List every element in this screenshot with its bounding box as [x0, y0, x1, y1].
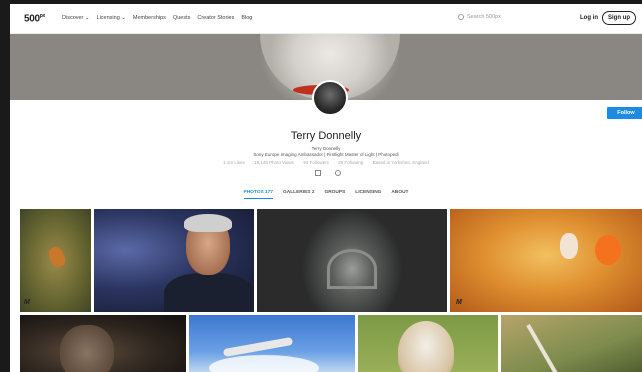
menu-item-memberships[interactable]: Memberships [133, 15, 166, 21]
photo-subject [398, 321, 454, 372]
search-icon [458, 14, 464, 20]
profile-name: Terry Donnelly [290, 130, 362, 142]
tab-galleries[interactable]: GALLERIES 2 [283, 190, 314, 199]
photo-subject [60, 325, 114, 372]
stat-following[interactable]: 29 Following [338, 160, 363, 165]
photo-tile[interactable]: M [20, 209, 91, 312]
menu-item-creator-stories[interactable]: Creator Stories [197, 15, 234, 21]
stat-views: 18,148 Photo Views [254, 160, 295, 165]
menu-item-blog[interactable]: Blog [241, 15, 252, 21]
photo-subject-plane [222, 336, 294, 358]
tab-photos[interactable]: PHOTOS 177 [243, 190, 274, 199]
photo-tile[interactable] [20, 315, 186, 372]
facebook-icon[interactable] [315, 170, 321, 176]
profile-stats: 1.1m Likes 18,148 Photo Views 94 Followe… [10, 160, 642, 165]
search-placeholder: Search 500px [467, 14, 501, 20]
menu-item-licensing[interactable]: Licensing ⌄ [97, 15, 126, 21]
profile-bio: Sony Europe Imaging Ambassador | Firstli… [253, 152, 399, 157]
photo-tile[interactable] [94, 209, 254, 312]
photo-subject-hair [184, 214, 232, 232]
stat-followers[interactable]: 94 Followers [303, 160, 329, 165]
follow-button[interactable]: Follow [607, 107, 642, 119]
menu-item-quests[interactable]: Quests [173, 15, 190, 21]
photo-signature: M [456, 299, 462, 306]
photo-subject-balloon [595, 235, 621, 265]
tab-groups[interactable]: GROUPS [324, 190, 345, 199]
photo-tile[interactable] [257, 209, 447, 312]
photo-subject [46, 244, 68, 270]
avatar[interactable] [312, 80, 348, 116]
photo-signature: M [24, 299, 30, 306]
photo-tile[interactable] [189, 315, 355, 372]
search-box[interactable]: Search 500px [458, 14, 501, 20]
site-logo[interactable]: 500px [24, 13, 45, 24]
photo-tile[interactable]: M [450, 209, 642, 312]
stat-likes: 1.1m Likes [223, 160, 245, 165]
main-menu: Discover ⌄ Licensing ⌄ Memberships Quest… [62, 15, 252, 21]
website-icon[interactable] [335, 170, 341, 176]
photo-subject-cloud [209, 355, 319, 372]
profile-bio-name: Terry Donnelly [311, 146, 341, 151]
photo-subject-face [560, 233, 578, 259]
photo-subject-body [164, 273, 254, 312]
photo-tile[interactable] [501, 315, 642, 372]
menu-item-discover[interactable]: Discover ⌄ [62, 15, 90, 21]
page-frame: 500px Discover ⌄ Licensing ⌄ Memberships… [10, 4, 642, 372]
tab-licensing[interactable]: LICENSING [355, 190, 381, 199]
tab-about[interactable]: ABOUT [391, 190, 408, 199]
photo-subject [526, 324, 560, 372]
photo-subject [327, 249, 377, 289]
login-link[interactable]: Log in [580, 15, 598, 21]
social-links [315, 170, 341, 176]
top-navigation: 500px Discover ⌄ Licensing ⌄ Memberships… [10, 4, 642, 34]
stat-location: Based in Yorkshire, England [372, 160, 429, 165]
signup-button[interactable]: Sign up [602, 11, 636, 25]
photo-tile[interactable] [358, 315, 498, 372]
profile-tabs: PHOTOS 177 GALLERIES 2 GROUPS LICENSING … [10, 190, 642, 199]
